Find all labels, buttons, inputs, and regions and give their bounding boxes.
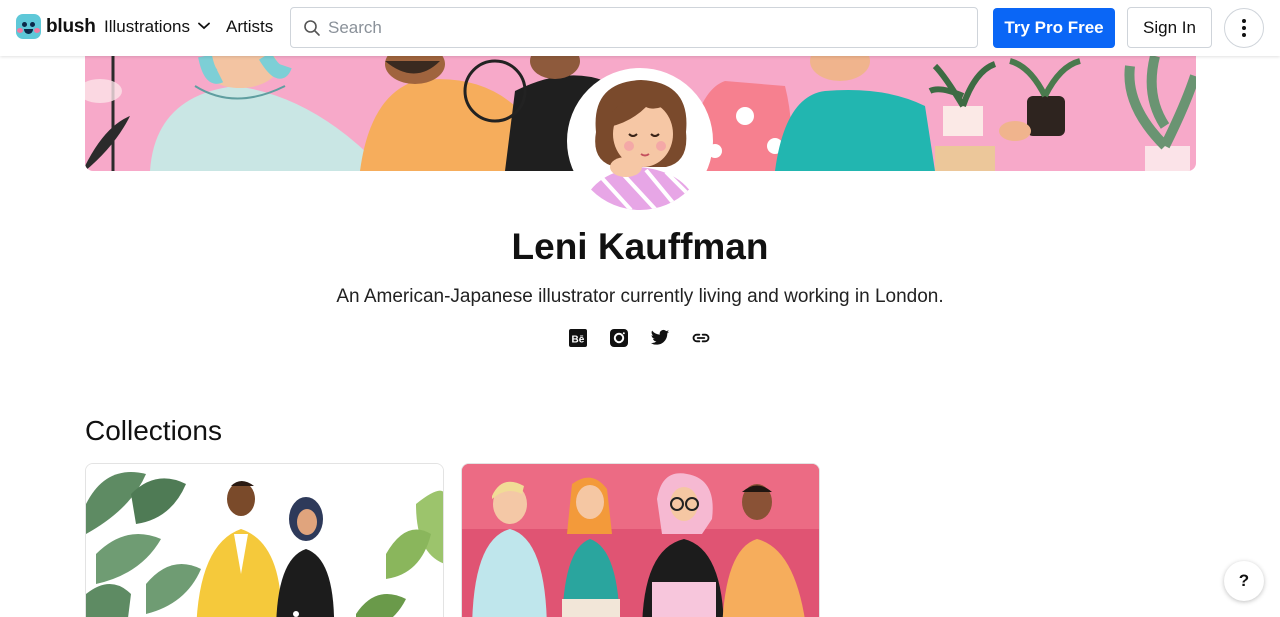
- search-icon: [304, 20, 320, 36]
- search-input[interactable]: [328, 8, 958, 47]
- help-button[interactable]: ?: [1224, 561, 1264, 601]
- nav-artists-link[interactable]: Artists: [226, 17, 273, 37]
- logo-text: blush: [46, 15, 96, 37]
- collections-heading: Collections: [85, 415, 222, 446]
- blush-logo-icon: [16, 14, 41, 39]
- more-options-button[interactable]: [1224, 8, 1264, 48]
- sign-in-button[interactable]: Sign In: [1127, 7, 1212, 48]
- instagram-icon[interactable]: [609, 328, 629, 348]
- collection-card-friends[interactable]: [461, 463, 820, 617]
- profile-avatar: [567, 68, 713, 214]
- nav-illustrations-label: Illustrations: [104, 17, 190, 36]
- artist-name: Leni Kauffman: [511, 226, 769, 267]
- link-icon[interactable]: [691, 328, 711, 348]
- search-box[interactable]: [290, 7, 978, 48]
- top-navbar: blush Illustrations Artists Try Pro Free…: [0, 0, 1280, 56]
- chevron-down-icon: [198, 22, 210, 30]
- svg-text:Bē: Bē: [572, 335, 585, 346]
- nav-illustrations-dropdown[interactable]: Illustrations: [104, 17, 210, 37]
- behance-icon[interactable]: Bē: [568, 328, 588, 348]
- collection-card-plants[interactable]: [85, 463, 444, 617]
- social-links: Bē: [568, 328, 711, 348]
- artist-bio: An American-Japanese illustrator current…: [336, 286, 944, 307]
- twitter-icon[interactable]: [650, 328, 670, 348]
- try-pro-free-button[interactable]: Try Pro Free: [993, 8, 1115, 48]
- kebab-menu-icon: [1242, 19, 1246, 23]
- blush-logo[interactable]: blush: [16, 14, 96, 39]
